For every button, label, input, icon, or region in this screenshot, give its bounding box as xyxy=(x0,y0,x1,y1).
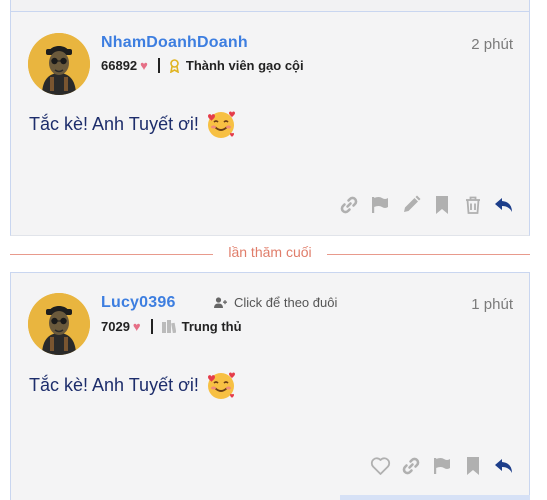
last-visit-divider: lần thăm cuối xyxy=(10,236,530,272)
post-content: Tắc kè! Anh Tuyết ơi! xyxy=(29,108,237,140)
user-meta: 66892 ♥ Thành viên gạo cội xyxy=(101,58,304,73)
award-icon xyxy=(169,58,180,73)
flag-icon[interactable] xyxy=(369,194,391,216)
pencil-icon[interactable] xyxy=(400,194,422,216)
heart-icon: ♥ xyxy=(140,58,148,73)
link-icon[interactable] xyxy=(400,455,422,477)
separator xyxy=(157,58,160,73)
divider-line-right xyxy=(327,254,530,255)
post-time[interactable]: 2 phút xyxy=(471,36,513,53)
post-text: Tắc kè! Anh Tuyết ơi! xyxy=(29,113,199,134)
add-user-icon xyxy=(214,297,227,308)
bookmark-icon[interactable] xyxy=(431,194,453,216)
last-visit-label: lần thăm cuối xyxy=(228,244,312,260)
post: Lucy0396 Click để theo đuôi 1 phút 7029 … xyxy=(10,272,530,500)
reply-icon[interactable] xyxy=(493,455,515,477)
avatar[interactable] xyxy=(28,293,90,355)
user-badge[interactable]: Trung thủ xyxy=(182,319,242,334)
books-icon xyxy=(161,320,176,333)
smiling-hearts-emoji-icon xyxy=(205,369,237,401)
post: NhamDoanhDoanh 2 phút 66892 ♥ Thành viên… xyxy=(10,12,530,236)
username-link[interactable]: NhamDoanhDoanh xyxy=(101,34,248,52)
heart-icon: ♥ xyxy=(132,319,141,334)
flag-icon[interactable] xyxy=(431,455,453,477)
link-icon[interactable] xyxy=(338,194,360,216)
follow-label: Click để theo đuôi xyxy=(234,295,338,310)
like-count: 66892 xyxy=(101,58,138,73)
bottom-tab-edge xyxy=(340,495,530,500)
follow-button[interactable]: Click để theo đuôi xyxy=(214,295,337,310)
bookmark-icon[interactable] xyxy=(462,455,484,477)
heart-outline-icon[interactable] xyxy=(369,455,391,477)
post-actions xyxy=(369,455,515,477)
reply-icon[interactable] xyxy=(493,194,515,216)
post-actions xyxy=(338,194,515,216)
avatar[interactable] xyxy=(28,33,90,95)
post-content: Tắc kè! Anh Tuyết ơi! xyxy=(29,369,237,401)
smiling-hearts-emoji-icon xyxy=(205,108,237,140)
user-meta: 7029 ♥ Trung thủ xyxy=(101,319,242,334)
separator xyxy=(150,319,153,334)
username-link[interactable]: Lucy0396 xyxy=(101,294,176,312)
user-badge[interactable]: Thành viên gạo cội xyxy=(186,58,304,73)
previous-post-edge xyxy=(10,0,530,12)
post-text: Tắc kè! Anh Tuyết ơi! xyxy=(29,374,199,395)
like-count: 7029 xyxy=(101,319,130,334)
trash-icon[interactable] xyxy=(462,194,484,216)
post-time[interactable]: 1 phút xyxy=(471,296,513,313)
